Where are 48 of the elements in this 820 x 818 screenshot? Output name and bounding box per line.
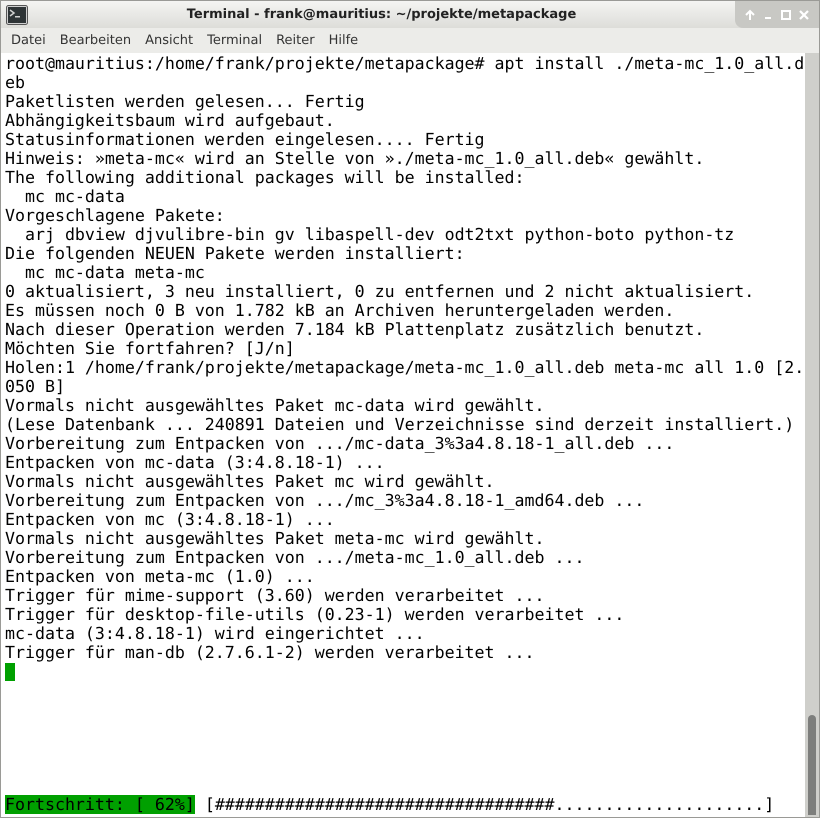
progress-label: Fortschritt: [ 62%] [5, 795, 195, 814]
close-icon[interactable] [797, 8, 811, 22]
menu-item[interactable]: Datei [5, 30, 52, 50]
menu-item[interactable]: Hilfe [322, 30, 364, 50]
terminal-line: Paketlisten werden gelesen... Fertig [5, 92, 365, 111]
cursor [5, 662, 15, 680]
terminal-line: eb [5, 73, 25, 92]
terminal-line: Die folgenden NEUEN Pakete werden installiert: [5, 244, 465, 263]
terminal-line: Trigger für mime-support (3.60) werden verarbeitet ... [5, 586, 544, 605]
terminal-line: The following additional packages will be installed: [5, 168, 524, 187]
terminal-line: Holen:1 /home/frank/projekte/metapackage/meta-mc_1.0_all.deb meta-mc all 1.0 [2. [5, 358, 804, 377]
terminal-line: mc-data (3:4.8.18-1) wird eingerichtet ... [5, 624, 425, 643]
menu-item[interactable]: Terminal [201, 30, 268, 50]
window-title: Terminal - frank@mauritius: ~/projekte/metapackage [186, 6, 576, 24]
terminal-line: 050 B] [5, 377, 65, 396]
terminal-line: Vormals nicht ausgewähltes Paket meta-mc wird gewählt. [5, 529, 544, 548]
progress-bar-text: [##################################.....................] [204, 795, 774, 814]
terminal-line: Statusinformationen werden eingelesen.... Fertig [5, 130, 485, 149]
terminal-line: Entpacken von meta-mc (1.0) ... [5, 567, 315, 586]
terminal-line: Vorbereitung zum Entpacken von .../mc_3%3a4.8.18-1_amd64.deb ... [5, 491, 644, 510]
terminal-line: mc mc-data [24, 187, 125, 206]
terminal-line: Trigger für desktop-file-utils (0.23-1) werden verarbeitet ... [5, 605, 624, 624]
terminal-icon [6, 4, 28, 24]
terminal-line: Nach dieser Operation werden 7.184 kB Plattenplatz zusätzlich benutzt. [5, 320, 704, 339]
terminal-line: Entpacken von mc (3:4.8.18-1) ... [5, 510, 335, 529]
scrollbar[interactable] [805, 53, 819, 817]
terminal-line: mc mc-data meta-mc [24, 263, 205, 282]
menu-item[interactable]: Ansicht [139, 30, 200, 50]
scrollbar-thumb[interactable] [808, 715, 816, 815]
terminal-line: Vorbereitung zum Entpacken von .../mc-data_3%3a4.8.18-1_all.deb ... [5, 434, 674, 453]
terminal-line: Vormals nicht ausgewähltes Paket mc-data wird gewählt. [5, 396, 544, 415]
maximize-icon[interactable] [779, 8, 793, 22]
terminal-line: 0 aktualisiert, 3 neu installiert, 0 zu entfernen und 2 nicht aktualisiert. [5, 282, 754, 301]
terminal-line: Vorgeschlagene Pakete: [5, 206, 225, 225]
terminal-line: arj dbview djvulibre-bin gv libaspell-dev odt2txt python-boto python-tz [24, 225, 734, 244]
terminal-line: Trigger für man-db (2.7.6.1-2) werden verarbeitet ... [5, 643, 534, 662]
terminal-line: Möchten Sie fortfahren? [J/n] [5, 339, 295, 358]
terminal-line: root@mauritius:/home/frank/projekte/metapackage# apt install ./meta-mc_1.0_all.d [5, 54, 804, 73]
terminal-line: Vorbereitung zum Entpacken von .../meta-mc_1.0_all.deb ... [5, 548, 584, 567]
terminal-line: Vormals nicht ausgewähltes Paket mc wird gewählt. [5, 472, 495, 491]
terminal-line: Entpacken von mc-data (3:4.8.18-1) ... [5, 453, 385, 472]
up-arrow-icon[interactable] [743, 8, 757, 22]
menu-item[interactable]: Bearbeiten [54, 30, 138, 50]
terminal-line: Es müssen noch 0 B von 1.782 kB an Archiven heruntergeladen werden. [5, 301, 674, 320]
terminal-line: (Lese Datenbank ... 240891 Dateien und Verzeichnisse sind derzeit installiert.) [5, 415, 794, 434]
terminal-line: Hinweis: »meta-mc« wird an Stelle von »./meta-mc_1.0_all.deb« gewählt. [5, 149, 704, 168]
menu-item[interactable]: Reiter [270, 30, 321, 50]
terminal-line: Abhängigkeitsbaum wird aufgebaut. [5, 111, 335, 130]
